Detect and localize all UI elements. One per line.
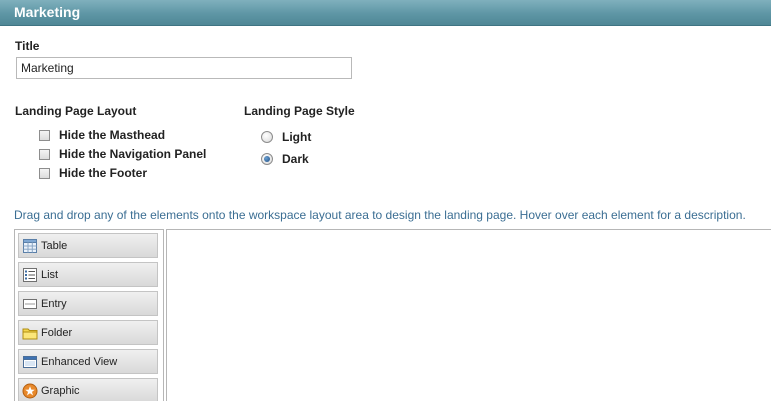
palette-item-graphic[interactable]: Graphic bbox=[18, 378, 158, 401]
entry-icon bbox=[22, 296, 38, 312]
hide-masthead-label: Hide the Masthead bbox=[59, 128, 166, 142]
list-icon bbox=[22, 267, 38, 283]
header-bar: Marketing bbox=[0, 0, 771, 26]
palette-item-folder-label: Folder bbox=[41, 326, 73, 339]
element-palette: Table List Entry Folder Enhanced View Gr… bbox=[14, 229, 164, 401]
landing-page-editor: Marketing Title Landing Page Layout Land… bbox=[0, 0, 771, 401]
hide-footer-option[interactable]: Hide the Footer bbox=[39, 165, 147, 181]
palette-item-table[interactable]: Table bbox=[18, 233, 158, 258]
enhanced-view-icon bbox=[22, 354, 38, 370]
hide-masthead-option[interactable]: Hide the Masthead bbox=[39, 127, 165, 143]
style-light-option[interactable]: Light bbox=[261, 129, 311, 145]
hide-masthead-checkbox[interactable] bbox=[39, 129, 50, 141]
palette-item-enhanced-view[interactable]: Enhanced View bbox=[18, 349, 158, 374]
table-icon bbox=[22, 238, 38, 254]
hide-navigation-panel-checkbox[interactable] bbox=[39, 148, 50, 160]
graphic-icon bbox=[22, 383, 38, 399]
style-heading: Landing Page Style bbox=[244, 104, 355, 118]
workspace-layout-area[interactable] bbox=[166, 229, 771, 401]
page-title: Marketing bbox=[14, 4, 81, 20]
palette-item-table-label: Table bbox=[41, 239, 68, 252]
style-light-label: Light bbox=[282, 130, 312, 144]
hide-navigation-panel-label: Hide the Navigation Panel bbox=[59, 147, 207, 161]
style-dark-label: Dark bbox=[282, 152, 309, 166]
instruction-text: Drag and drop any of the elements onto t… bbox=[14, 208, 746, 222]
palette-item-list-label: List bbox=[41, 268, 59, 281]
hide-footer-label: Hide the Footer bbox=[59, 166, 148, 180]
hide-navigation-panel-option[interactable]: Hide the Navigation Panel bbox=[39, 146, 206, 162]
palette-item-enhanced-view-label: Enhanced View bbox=[41, 355, 118, 368]
palette-item-graphic-label: Graphic bbox=[41, 384, 80, 397]
title-input[interactable] bbox=[16, 57, 352, 79]
style-light-radio[interactable] bbox=[261, 131, 273, 143]
layout-heading: Landing Page Layout bbox=[15, 104, 137, 118]
hide-footer-checkbox[interactable] bbox=[39, 167, 50, 179]
title-label: Title bbox=[15, 39, 40, 53]
palette-item-list[interactable]: List bbox=[18, 262, 158, 287]
folder-icon bbox=[22, 325, 38, 341]
palette-item-entry-label: Entry bbox=[41, 297, 67, 310]
palette-item-folder[interactable]: Folder bbox=[18, 320, 158, 345]
style-dark-radio[interactable] bbox=[261, 153, 273, 165]
style-dark-option[interactable]: Dark bbox=[261, 151, 309, 167]
palette-item-entry[interactable]: Entry bbox=[18, 291, 158, 316]
